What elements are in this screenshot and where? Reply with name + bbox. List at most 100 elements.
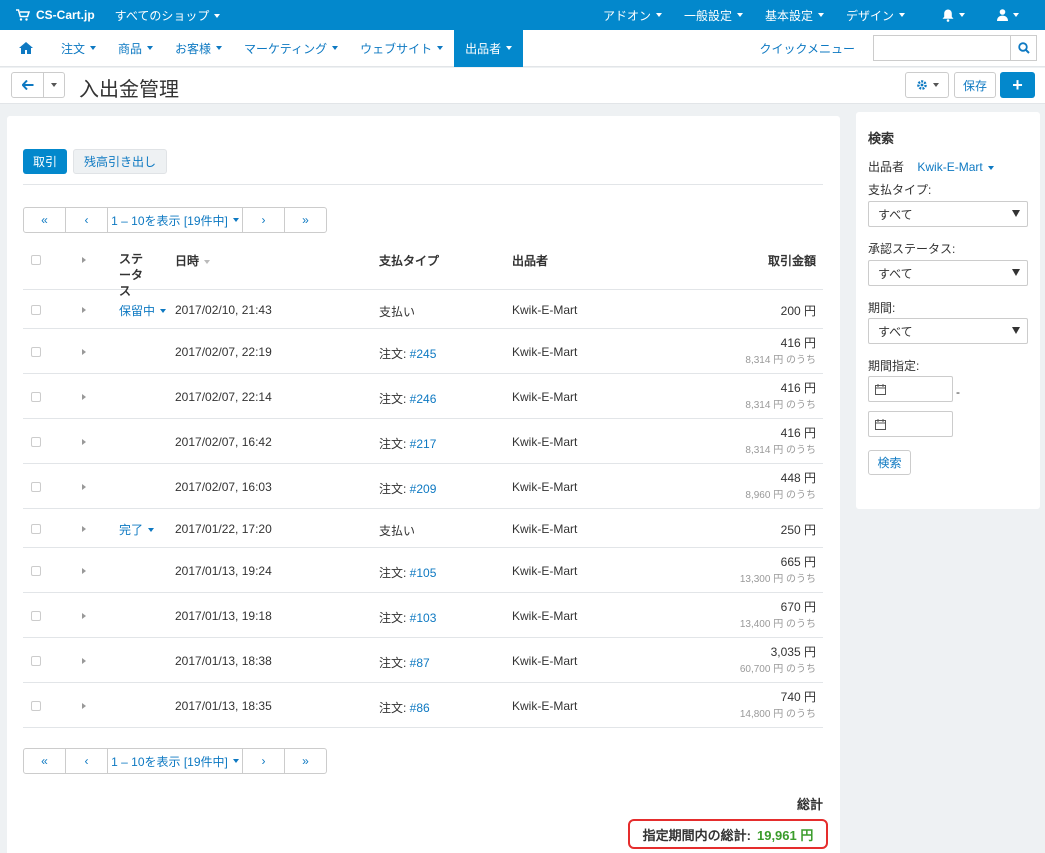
add-button[interactable]: + (1000, 72, 1035, 98)
row-date: 2017/02/10, 21:43 (175, 302, 272, 317)
period-select[interactable]: すべて (868, 318, 1028, 344)
chevron-down-icon (506, 46, 513, 50)
brand[interactable]: CS-Cart.jp (0, 8, 95, 22)
row-vendor: Kwik-E-Mart (512, 608, 578, 623)
row-payment-type: 注文: #209 (379, 480, 436, 497)
tab-website[interactable]: ウェブサイト (349, 30, 454, 67)
row-checkbox[interactable] (31, 436, 41, 447)
row-checkbox[interactable] (31, 346, 41, 357)
select-all-checkbox[interactable] (31, 255, 41, 265)
pagination-top: « ‹ 1 – 10を表示 [19件中] › » (23, 207, 327, 233)
row-checkbox[interactable] (31, 391, 41, 402)
pagination-range-label: 1 – 10を表示 [19件中] (111, 754, 228, 769)
row-payment-type-label: 注文: (379, 391, 410, 406)
row-checkbox[interactable] (31, 700, 41, 711)
expand-all-icon[interactable] (82, 257, 86, 263)
row-payment-type-label: 注文: (379, 346, 410, 361)
user-menu[interactable] (981, 9, 1045, 21)
order-link[interactable]: #217 (410, 437, 437, 451)
pagination-prev-button[interactable]: ‹ (65, 748, 108, 774)
save-button[interactable]: 保存 (954, 72, 996, 98)
order-link[interactable]: #103 (410, 611, 437, 625)
main-panel: 取引 残高引き出し « ‹ 1 – 10を表示 [19件中] › » ステータス… (7, 116, 840, 853)
design-menu[interactable]: デザイン (835, 7, 916, 24)
date-range-separator: - (956, 385, 960, 399)
expand-row-icon[interactable] (82, 702, 86, 709)
status-dropdown[interactable]: 保留中 (119, 302, 167, 319)
payment-type-select[interactable]: すべて (868, 201, 1028, 227)
basic-settings-menu[interactable]: 基本設定 (754, 7, 835, 24)
pagination-last-button[interactable]: » (284, 207, 327, 233)
general-settings-menu[interactable]: 一般設定 (673, 7, 754, 24)
quick-menu-link[interactable]: クイックメニュー (759, 40, 855, 57)
tab-orders[interactable]: 注文 (50, 30, 107, 67)
expand-row-icon[interactable] (82, 525, 86, 532)
approval-status-select[interactable]: すべて (868, 260, 1028, 286)
expand-row-icon[interactable] (82, 567, 86, 574)
sidebar-search-button[interactable]: 検索 (868, 450, 911, 475)
pagination-next-button[interactable]: › (242, 748, 285, 774)
chevron-down-icon (216, 46, 223, 50)
row-date: 2017/01/22, 17:20 (175, 521, 272, 536)
status-dropdown[interactable]: 完了 (119, 521, 155, 538)
shop-selector[interactable]: すべてのショップ (115, 7, 221, 24)
row-vendor: Kwik-E-Mart (512, 563, 578, 578)
addons-menu[interactable]: アドオン (592, 7, 673, 24)
row-amount-value: 740 円 (780, 690, 816, 704)
approval-status-label: 承認ステータス: (868, 242, 956, 256)
vendor-filter-dropdown[interactable]: Kwik-E-Mart (917, 160, 994, 174)
period-total: 指定期間内の総計: 19,961 円 (628, 819, 828, 849)
row-checkbox[interactable] (31, 565, 41, 576)
expand-row-icon[interactable] (82, 483, 86, 490)
tab-withdrawals[interactable]: 残高引き出し (73, 149, 168, 174)
chevron-down-icon (736, 13, 743, 17)
row-payment-type-label: 支払い (379, 304, 416, 319)
pagination-range-dropdown[interactable]: 1 – 10を表示 [19件中] (107, 207, 243, 233)
tab-vendors[interactable]: 出品者 (454, 29, 524, 67)
row-date: 2017/02/07, 22:19 (175, 344, 272, 359)
date-from-input[interactable] (868, 376, 953, 402)
order-link[interactable]: #245 (410, 347, 437, 361)
sort-icon (204, 259, 211, 264)
row-amount: 665 円 13,300 円 のうち (740, 554, 816, 588)
back-button[interactable] (11, 72, 44, 98)
expand-row-icon[interactable] (82, 438, 86, 445)
pagination-prev-button[interactable]: ‹ (65, 207, 108, 233)
pagination-first-button[interactable]: « (23, 748, 66, 774)
settings-dropdown-button[interactable] (905, 72, 949, 98)
pagination-next-button[interactable]: › (242, 207, 285, 233)
cart-icon (16, 9, 30, 21)
pagination-last-button[interactable]: » (284, 748, 327, 774)
global-search-input[interactable] (873, 35, 1010, 61)
expand-row-icon[interactable] (82, 348, 86, 355)
row-payment-type-label: 注文: (379, 700, 410, 715)
order-link[interactable]: #86 (410, 701, 430, 715)
row-checkbox[interactable] (31, 655, 41, 666)
tab-customers[interactable]: お客様 (164, 30, 233, 67)
history-dropdown-button[interactable] (44, 72, 65, 98)
notifications-menu[interactable] (916, 9, 981, 22)
expand-row-icon[interactable] (82, 657, 86, 664)
row-checkbox[interactable] (31, 481, 41, 492)
order-link[interactable]: #87 (410, 656, 430, 670)
search-button[interactable] (1010, 35, 1037, 61)
pagination-range-dropdown[interactable]: 1 – 10を表示 [19件中] (107, 748, 243, 774)
tab-products[interactable]: 商品 (107, 30, 164, 67)
tab-marketing[interactable]: マーケティング (233, 30, 349, 67)
expand-row-icon[interactable] (82, 393, 86, 400)
order-link[interactable]: #105 (410, 566, 437, 580)
date-to-input[interactable] (868, 411, 953, 437)
order-link[interactable]: #246 (410, 392, 437, 406)
order-link[interactable]: #209 (410, 482, 437, 496)
tab-transactions[interactable]: 取引 (23, 149, 68, 174)
row-checkbox[interactable] (31, 304, 41, 315)
row-payment-type-label: 注文: (379, 565, 410, 580)
pagination-first-button[interactable]: « (23, 207, 66, 233)
row-checkbox[interactable] (31, 523, 41, 534)
row-checkbox[interactable] (31, 610, 41, 621)
home-icon[interactable] (18, 41, 34, 55)
expand-row-icon[interactable] (82, 306, 86, 313)
row-vendor: Kwik-E-Mart (512, 479, 578, 494)
expand-row-icon[interactable] (82, 612, 86, 619)
header-date[interactable]: 日時 (175, 252, 211, 269)
